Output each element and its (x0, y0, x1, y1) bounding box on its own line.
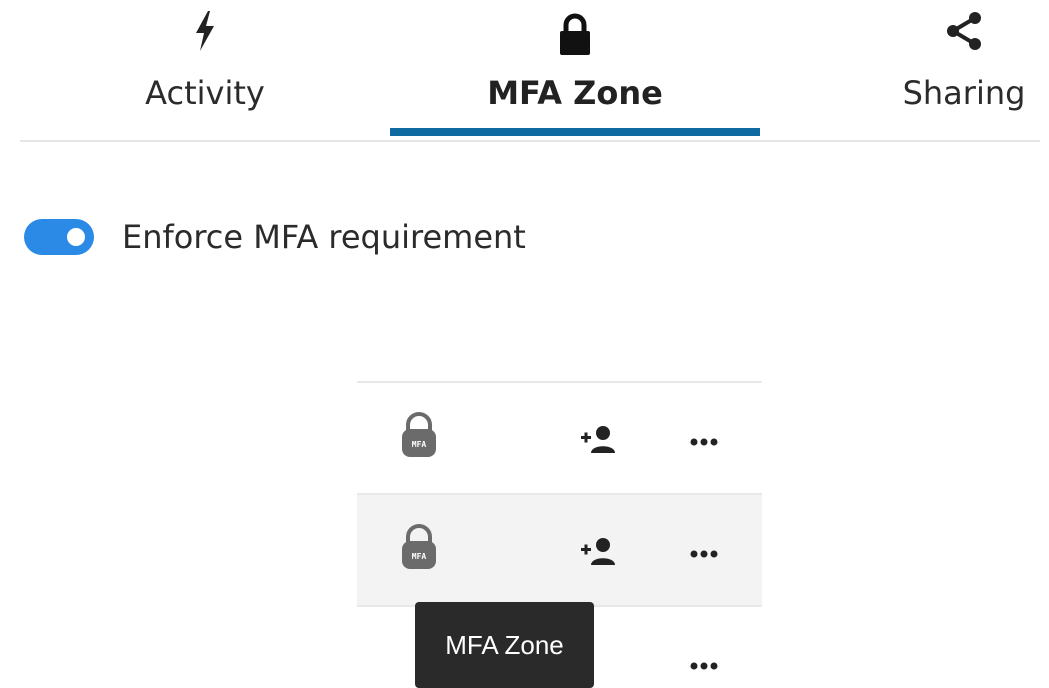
more-options-button[interactable] (689, 433, 719, 446)
more-dots-icon (690, 662, 718, 670)
table-row: MFA (357, 381, 762, 493)
add-user-icon (581, 538, 615, 565)
mfa-lock-icon: MFA (401, 523, 437, 571)
tab-sharing-label: Sharing (902, 74, 1026, 112)
add-user-icon (581, 426, 615, 453)
mfa-lock-text: MFA (412, 440, 427, 449)
tab-mfa-zone[interactable]: MFA Zone (390, 0, 760, 140)
mfa-lock-icon: MFA (401, 411, 437, 459)
tab-bar: Activity MFA Zone Sharing (20, 0, 1040, 142)
more-options-button[interactable] (689, 545, 719, 558)
more-dots-icon (690, 550, 718, 558)
toggle-knob (67, 228, 85, 246)
tooltip: MFA Zone (415, 602, 594, 688)
lock-icon (558, 13, 592, 56)
add-user-button[interactable] (579, 425, 619, 455)
lightning-icon (194, 10, 216, 52)
enforce-mfa-toggle[interactable] (24, 219, 94, 255)
add-user-button[interactable] (579, 537, 619, 567)
more-dots-icon (690, 438, 718, 446)
table-row: MFA (357, 493, 762, 605)
tab-activity[interactable]: Activity (120, 0, 290, 140)
more-options-button[interactable] (689, 657, 719, 670)
page: Activity MFA Zone Sharing Enforce MFA re… (0, 0, 1049, 688)
share-icon (945, 10, 983, 52)
enforce-mfa-row: Enforce MFA requirement (24, 218, 526, 256)
tooltip-text: MFA Zone (445, 629, 564, 660)
mfa-lock-text: MFA (412, 552, 427, 561)
tab-activity-label: Activity (145, 74, 265, 112)
tab-sharing[interactable]: Sharing (850, 0, 1038, 140)
enforce-mfa-label: Enforce MFA requirement (122, 218, 526, 256)
tab-mfa-zone-label: MFA Zone (487, 74, 663, 112)
